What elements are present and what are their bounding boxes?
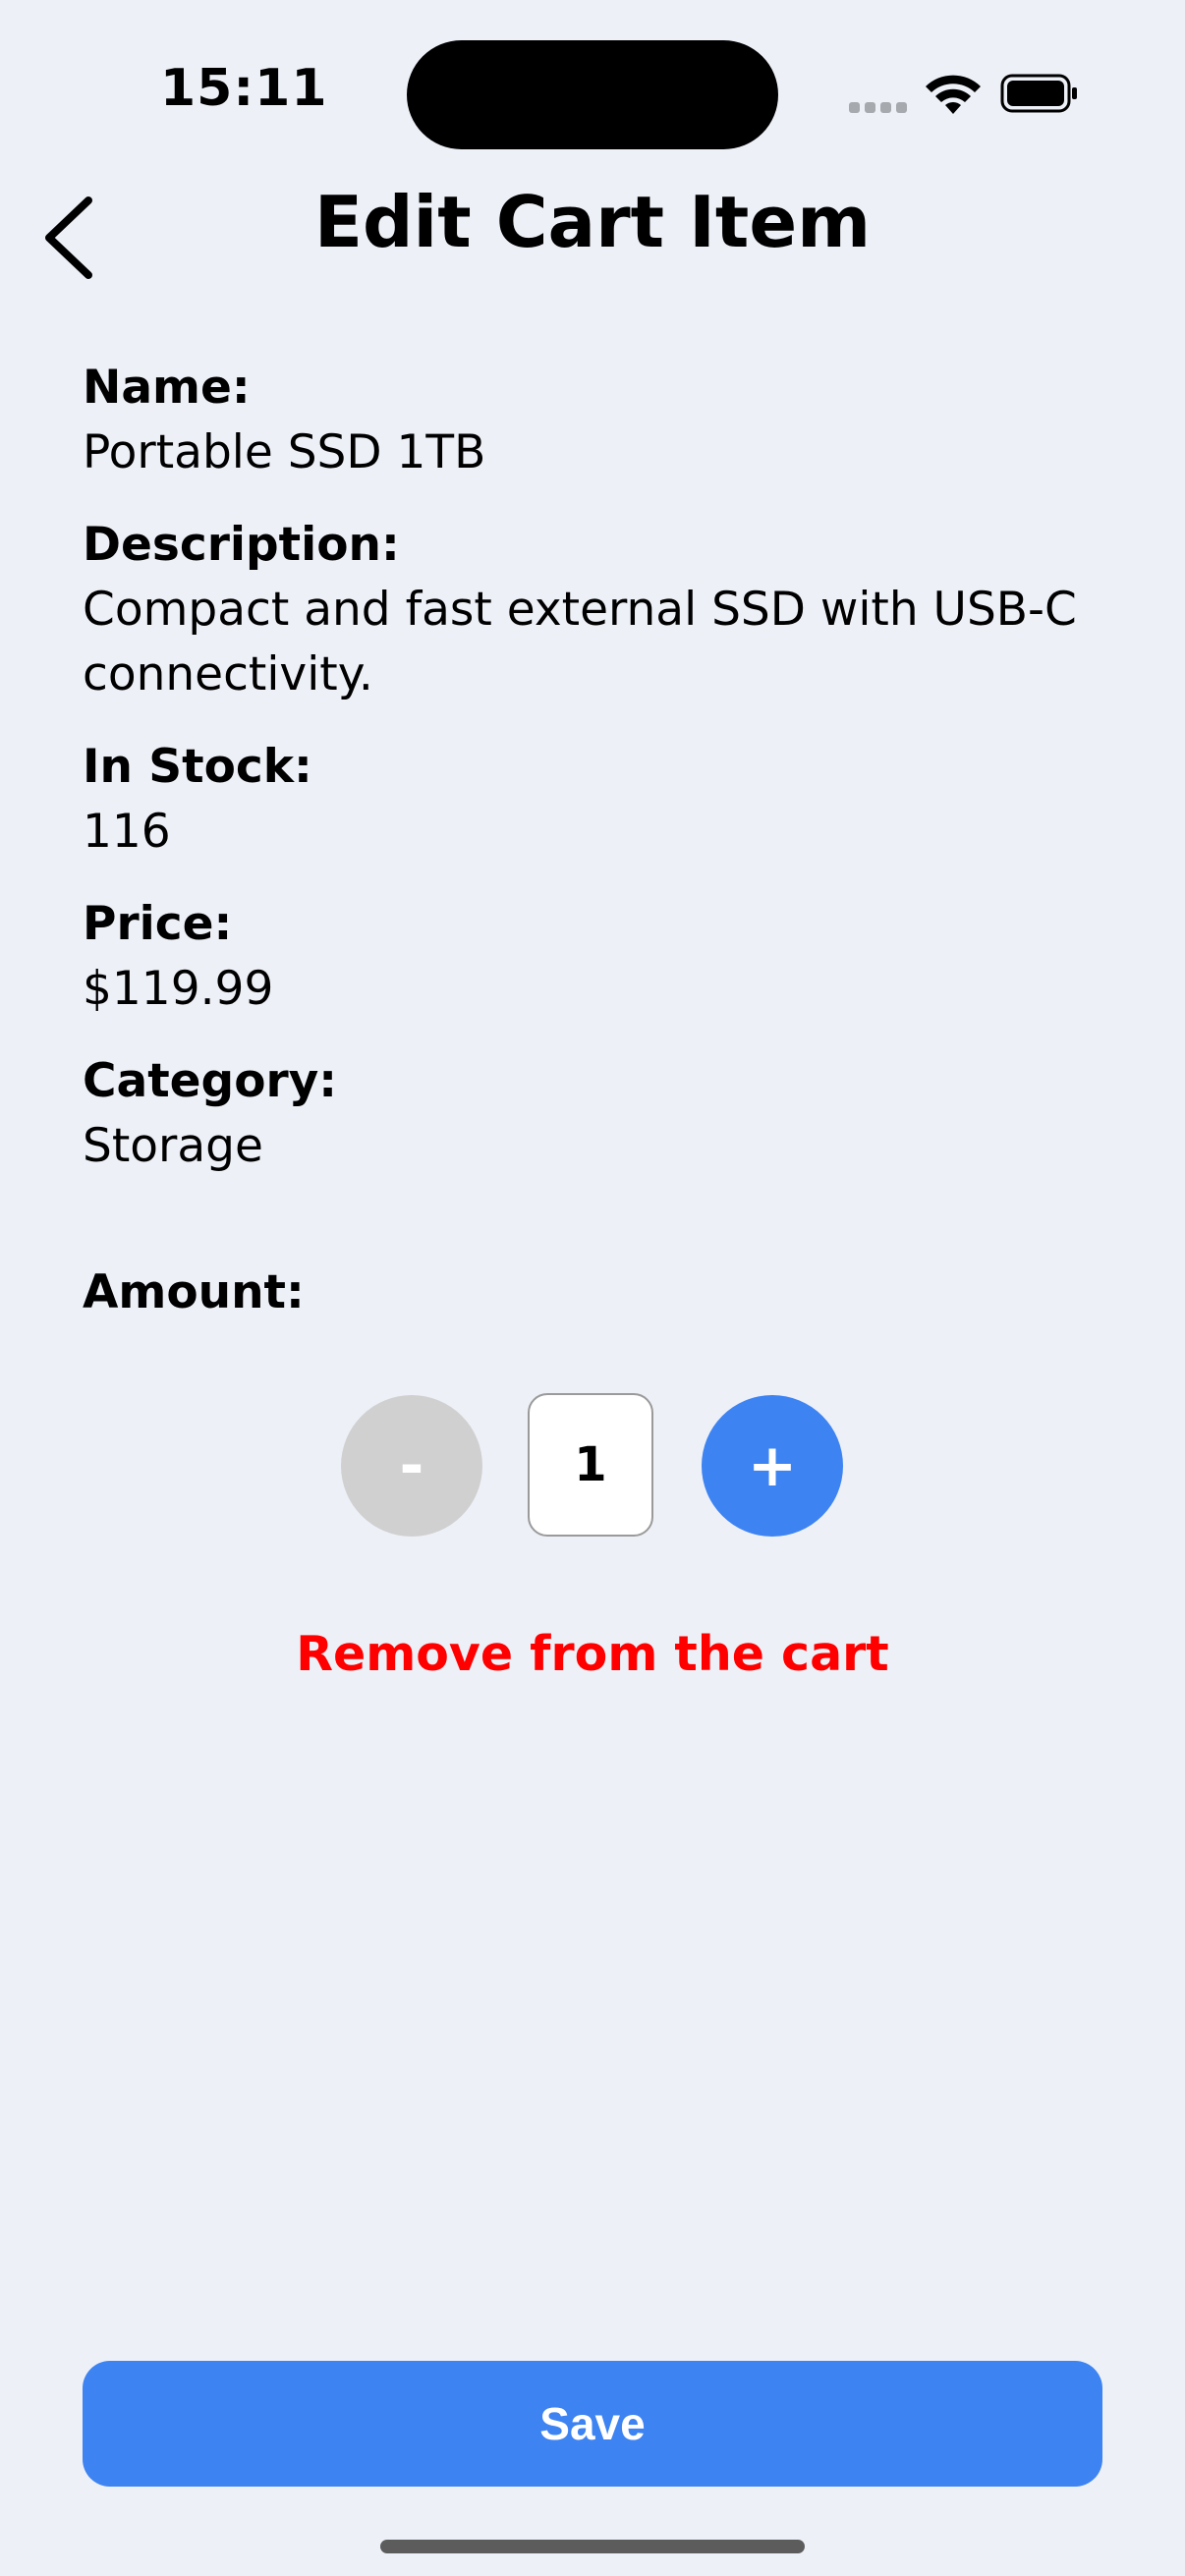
home-indicator[interactable] [380,2540,805,2553]
save-button[interactable]: Save [83,2361,1102,2487]
amount-label: Amount: [83,1265,305,1319]
wifi-icon [926,75,981,114]
dynamic-island [407,40,778,149]
status-time: 15:11 [160,59,328,118]
navigation-bar: Edit Cart Item [0,167,1185,285]
item-details: Name: Portable SSD 1TB Description: Comp… [83,356,1124,1206]
stock-field: In Stock: 116 [83,735,1124,865]
price-field: Price: $119.99 [83,892,1124,1022]
remove-from-cart-button[interactable]: Remove from the cart [0,1626,1185,1682]
status-bar: 15:11 [0,0,1185,187]
name-label: Name: [83,361,251,415]
increase-button[interactable]: + [702,1395,843,1537]
description-label: Description: [83,518,400,572]
price-label: Price: [83,897,233,951]
stock-label: In Stock: [83,740,312,794]
price-value: $119.99 [83,962,274,1016]
quantity-field[interactable]: 1 [528,1393,653,1537]
description-field: Description: Compact and fast external S… [83,513,1124,707]
category-label: Category: [83,1054,338,1108]
name-field: Name: Portable SSD 1TB [83,356,1124,485]
cellular-signal-icon [849,102,908,116]
stock-value: 116 [83,805,171,859]
decrease-button[interactable]: - [341,1395,482,1537]
battery-icon [1000,74,1077,113]
category-value: Storage [83,1119,263,1173]
category-field: Category: Storage [83,1049,1124,1179]
page-title: Edit Cart Item [313,181,872,263]
description-value: Compact and fast external SSD with USB-C… [83,583,1077,701]
quantity-stepper: - 1 + [0,1393,1185,1540]
name-value: Portable SSD 1TB [83,425,486,479]
